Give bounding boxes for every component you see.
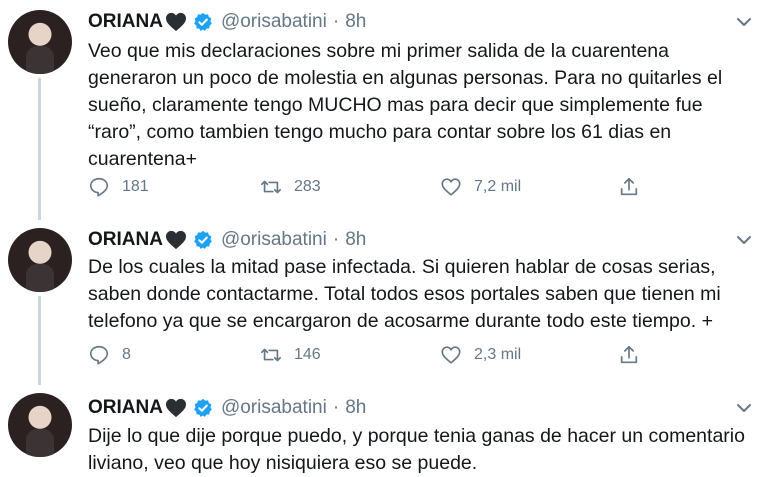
avatar[interactable] [8,393,72,457]
tweet-text: De los cuales la mitad pase infectada. S… [88,254,758,335]
share-button[interactable] [618,344,652,366]
like-count: 2,3 mil [474,346,522,363]
like-icon [441,346,461,364]
tweet-text-line: sueño, claramente tengo MUCHO mas para d… [88,94,703,116]
share-icon [620,177,638,196]
tweet-actions: 181 283 7,2 mil [88,176,648,202]
reply-button[interactable]: 181 [88,176,149,198]
chevron-down-icon[interactable] [734,230,754,250]
author-handle[interactable]: @orisabatini [221,229,327,251]
tweet-text: Veo que mis declaraciones sobre mi prime… [88,38,758,173]
author-handle[interactable]: @orisabatini [221,397,327,419]
black-heart-icon [165,398,186,418]
verified-badge-icon [194,230,212,249]
like-icon [441,178,461,196]
reply-count: 181 [122,178,149,195]
separator-dot: · [332,11,340,32]
timestamp[interactable]: 8h [345,397,366,419]
verified-badge-icon [194,398,212,417]
tweet-text-line: cuarentena+ [88,148,197,170]
author-name[interactable]: ORIANA [88,229,163,251]
like-count: 7,2 mil [474,178,522,195]
thread-line [38,78,41,220]
chevron-down-icon[interactable] [734,12,754,32]
tweet-header: ORIANA @orisabatini · 8h [88,394,366,422]
thread-line [38,296,41,385]
tweet-text: Dije lo que dije porque puedo, y porque … [88,423,758,477]
author-name[interactable]: ORIANA [88,11,163,33]
retweet-button[interactable]: 146 [260,344,321,366]
retweet-count: 146 [294,346,321,363]
like-button[interactable]: 7,2 mil [440,176,521,198]
retweet-count: 283 [294,178,321,195]
author-name[interactable]: ORIANA [88,397,163,419]
reply-button[interactable]: 8 [88,344,131,366]
tweet-text-line: telefono ya que se encargaron de acosarm… [88,310,713,332]
tweet-text-line: Dije lo que dije porque puedo, y porque … [88,425,745,447]
black-heart-icon [165,12,186,32]
timestamp[interactable]: 8h [345,11,366,33]
black-heart-icon [165,230,186,250]
tweet-header: ORIANA @orisabatini · 8h [88,8,366,36]
chevron-down-icon[interactable] [734,398,754,418]
retweet-button[interactable]: 283 [260,176,321,198]
retweet-icon [261,348,281,362]
retweet-icon [261,180,281,194]
reply-count: 8 [122,346,131,363]
tweet-text-line: saben donde contactarme. Total todos eso… [88,283,721,305]
tweet-text-line: De los cuales la mitad pase infectada. S… [88,256,716,278]
tweet[interactable]: ORIANA @orisabatini · 8h De los cuales l… [0,220,767,385]
tweet-header: ORIANA @orisabatini · 8h [88,226,366,254]
share-button[interactable] [618,176,652,198]
tweet[interactable]: ORIANA @orisabatini · 8h Dije lo que dij… [0,385,767,474]
reply-icon [89,177,109,197]
timestamp[interactable]: 8h [345,229,366,251]
reply-icon [89,345,109,365]
separator-dot: · [332,397,340,418]
tweet-text-line: liviano, veo que hoy nisiquiera eso se p… [88,452,478,474]
share-icon [620,345,638,364]
avatar[interactable] [8,10,72,74]
verified-badge-icon [194,12,212,31]
tweet-text-line: generaron un poco de molestia en algunas… [88,67,723,89]
tweet[interactable]: ORIANA @orisabatini · 8h Veo que mis dec… [0,0,767,220]
author-handle[interactable]: @orisabatini [221,11,327,33]
tweet-text-line: “raro”, como tambien tengo mucho para co… [88,121,672,143]
separator-dot: · [332,229,340,250]
tweet-text-line: Veo que mis declaraciones sobre mi prime… [88,40,669,62]
tweet-actions: 8 146 2,3 mil [88,344,648,370]
avatar[interactable] [8,228,72,292]
like-button[interactable]: 2,3 mil [440,344,521,366]
